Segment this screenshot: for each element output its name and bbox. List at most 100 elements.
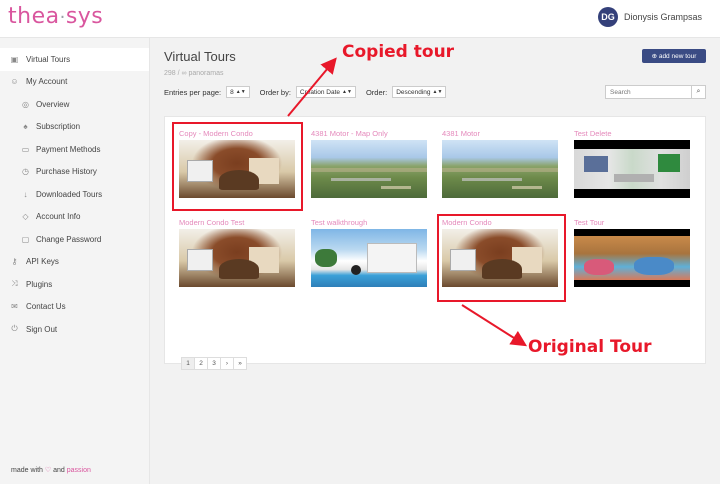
add-new-tour-button[interactable]: ⊕ add new tour [642,49,706,63]
thumbnail-detail [331,178,391,181]
page-button[interactable]: 1 [181,357,195,370]
avatar[interactable]: DG [597,7,618,27]
tour-thumbnail[interactable] [442,140,558,198]
sidebar-item-label: Virtual Tours [26,54,71,64]
sidebar-item-label: API Keys [26,257,59,267]
sidebar-item-label: Subscription [36,122,81,132]
tour-thumbnail[interactable] [311,140,427,198]
sort-caret-icon: ▲▼ [235,89,246,95]
entries-per-page-select[interactable]: 8 ▲▼ [226,86,250,98]
sidebar-item-label: Plugins [26,279,53,289]
thumbnail-detail [634,257,674,275]
sidebar-item-account-info[interactable]: ◇ Account Info [0,206,149,229]
sidebar-item-label: Overview [36,99,70,109]
thumbnail-detail [381,186,411,189]
sidebar-item-contact-us[interactable]: ✉ Contact Us [0,296,149,319]
app-logo[interactable]: thea·sys [8,4,103,29]
thumbnail-detail [351,265,361,275]
tour-name[interactable]: Test walkthrough [311,218,427,228]
tour-name[interactable]: 4381 Motor - Map Only [311,129,427,139]
sidebar-item-plugins[interactable]: ⤨ Plugins [0,273,149,296]
copied-tour-highlight [172,122,303,211]
order-by-select[interactable]: Creation Date ▲▼ [295,86,356,98]
tour-card[interactable]: Test walkthrough [311,218,427,287]
original-tour-annotation: Original Tour [528,337,652,357]
eye-icon: ◎ [22,99,29,109]
user-menu[interactable]: DG Dionysis Grampsas [597,7,702,27]
sidebar-item-subscription[interactable]: ♠ Subscription [0,116,149,139]
sidebar-item-api-keys[interactable]: ⚷ API Keys [0,251,149,274]
sort-caret-icon: ▲▼ [342,89,352,95]
thumbnail-detail [367,243,417,273]
tour-thumbnail[interactable] [574,140,690,198]
tour-card[interactable]: Test Delete [574,129,690,198]
map-icon: ▣ [10,54,19,64]
heart-icon: ♡ [44,467,52,474]
thumbnail-detail [219,259,259,279]
user-name[interactable]: Dionysis Grampsas [624,12,702,22]
order-by-label: Order by: [259,87,291,97]
sidebar-item-change-password[interactable]: ▢ Change Password [0,228,149,251]
thumbnail-detail [614,174,654,182]
entries-label: Entries per page: [164,87,222,97]
sidebar-item-overview[interactable]: ◎ Overview [0,93,149,116]
sidebar-item-sign-out[interactable]: ⏻ Sign Out [0,318,149,341]
sidebar-item-label: Sign Out [26,324,58,334]
sidebar-item-purchase-history[interactable]: ◷ Purchase History [0,161,149,184]
list-controls: Entries per page: 8 ▲▼ Order by: Creation… [164,85,456,99]
sidebar-item-label: Account Info [36,212,81,222]
pagination: 1 2 3 ›» [181,357,247,370]
tour-name[interactable]: Test Delete [574,129,690,139]
page-button[interactable]: › [220,357,234,370]
page-button[interactable]: 2 [194,357,208,370]
tour-name[interactable]: Modern Condo Test [179,218,295,228]
page-button[interactable]: 3 [207,357,221,370]
tour-name[interactable]: Test Tour [574,218,690,228]
tour-thumbnail[interactable] [574,229,690,287]
main-content: Virtual Tours 298 / ∞ panoramas ⊕ add ne… [150,38,720,484]
sidebar-nav: ▣ Virtual Tours ☺ My Account ◎ Overview ♠ Subsc… [0,38,149,341]
user-icon: ☺ [10,77,19,87]
search-box: ⌕ [605,85,706,99]
power-icon: ⏻ [11,324,18,334]
panorama-count: 298 / ∞ panoramas [164,70,224,77]
thumbnail-detail [584,259,614,275]
sidebar-item-virtual-tours[interactable]: ▣ Virtual Tours [0,48,149,71]
sidebar-item-label: Purchase History [36,167,97,177]
tour-card[interactable]: 4381 Motor - Map Only [311,129,427,198]
thumbnail-detail [442,168,558,172]
sidebar-item-payment-methods[interactable]: ▭ Payment Methods [0,138,149,161]
thumbnail-detail [187,249,213,271]
thumbnail-detail [512,186,542,189]
sidebar-item-label: Contact Us [26,302,66,312]
search-input[interactable] [606,88,686,96]
sidebar-item-label: Payment Methods [36,144,101,154]
tour-name[interactable]: 4381 Motor [442,129,558,139]
shuffle-icon: ⤨ [11,279,18,289]
search-icon[interactable]: ⌕ [691,86,705,98]
tour-thumbnail[interactable] [311,229,427,287]
order-label: Order: [365,87,388,97]
sidebar-item-label: Downloaded Tours [36,189,103,199]
sidebar-item-label: Change Password [36,234,102,244]
page-title: Virtual Tours [164,49,236,64]
tour-card[interactable]: Test Tour [574,218,690,287]
thumbnail-detail [315,249,337,267]
tour-card[interactable]: 4381 Motor [442,129,558,198]
tag-icon: ◇ [22,212,29,222]
page-button[interactable]: » [233,357,247,370]
thumbnail-detail [462,178,522,181]
trophy-icon: ♠ [23,122,28,132]
sidebar-item-downloaded-tours[interactable]: ↓ Downloaded Tours [0,183,149,206]
copied-tour-annotation: Copied tour [342,42,455,62]
thumbnail-detail [658,154,680,172]
sidebar: ▣ Virtual Tours ☺ My Account ◎ Overview ♠ Subsc… [0,38,150,484]
download-icon: ↓ [23,189,28,199]
sidebar-item-my-account[interactable]: ☺ My Account [0,71,149,94]
sort-caret-icon: ▲▼ [432,89,443,95]
order-select[interactable]: Descending ▲▼ [392,86,447,98]
tour-thumbnail[interactable] [179,229,295,287]
key-icon: ⚷ [11,257,18,267]
tour-card[interactable]: Modern Condo Test [179,218,295,287]
sidebar-item-label: My Account [26,77,68,87]
